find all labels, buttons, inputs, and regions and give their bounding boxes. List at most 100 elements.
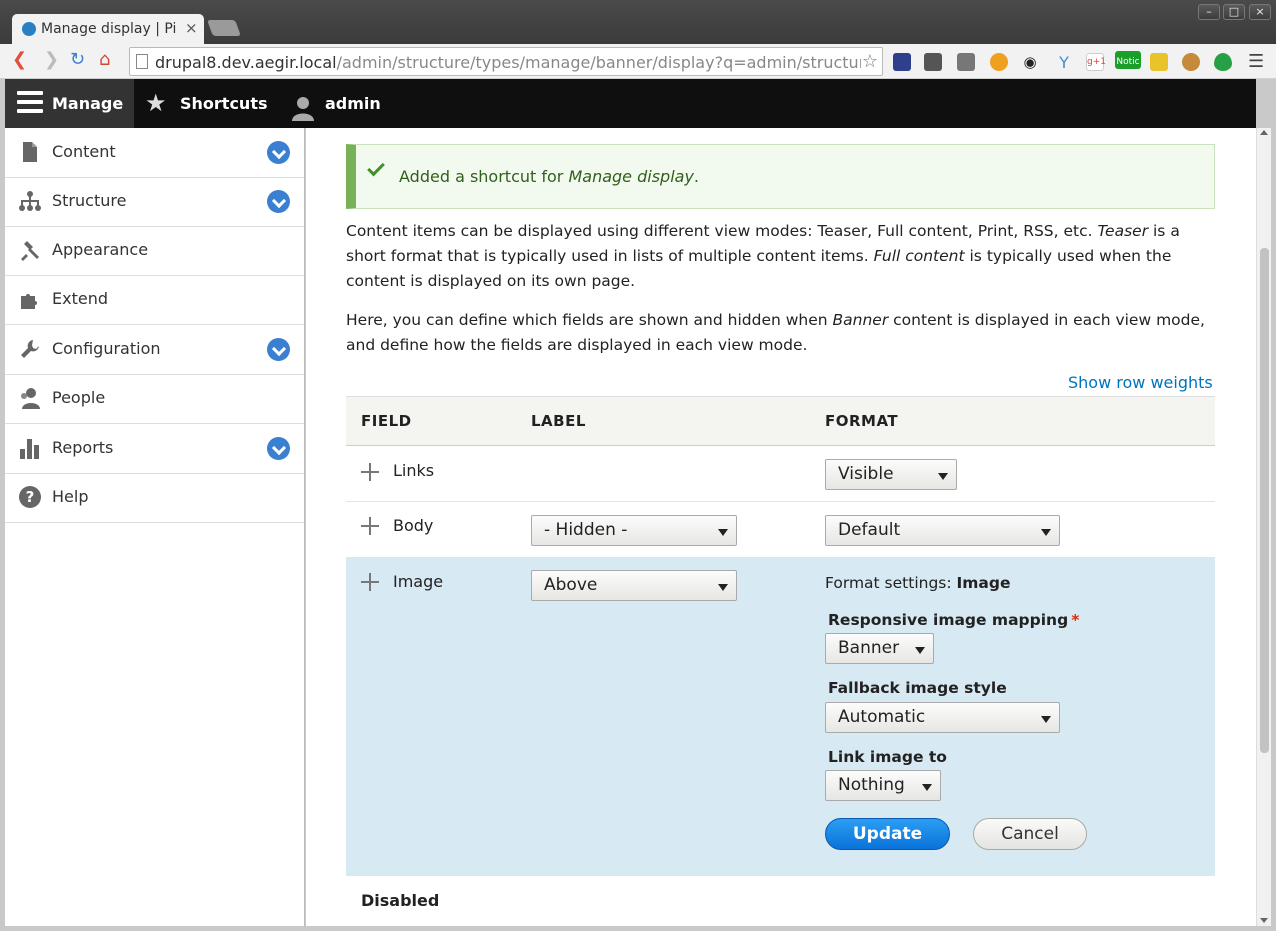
forward-icon[interactable]: ❯ [44, 50, 59, 70]
cookie-icon[interactable] [1182, 53, 1200, 71]
new-tab-button[interactable] [207, 20, 241, 36]
scrollbar-thumb[interactable] [1260, 248, 1269, 753]
sidebar-item-reports[interactable]: Reports [5, 424, 304, 474]
chevron-down-icon[interactable] [267, 338, 290, 361]
extension-y-icon[interactable]: Y [1055, 53, 1073, 72]
sidebar-item-label: Reports [52, 438, 114, 457]
maximize-button[interactable]: □ [1223, 4, 1245, 20]
tab-close-icon[interactable]: × [185, 19, 198, 37]
admin-toolbar: Manage ★ Shortcuts admin [5, 79, 1256, 128]
manage-tab[interactable]: Manage [5, 79, 134, 128]
gplus-icon[interactable]: g+1 [1086, 53, 1106, 71]
link-image-to-label: Link image to [828, 748, 947, 766]
minimize-button[interactable]: – [1198, 4, 1220, 20]
notification-icon[interactable]: Notic [1115, 51, 1141, 69]
fallback-image-style-select[interactable]: Automatic [825, 702, 1060, 733]
hamburger-icon [17, 91, 43, 115]
format-settings-heading: Format settings: Image [825, 574, 1011, 592]
sidebar-item-help[interactable]: ? Help [5, 473, 304, 523]
format-select[interactable]: Default [825, 515, 1060, 546]
content-icon [19, 141, 41, 163]
format-select[interactable]: Visible [825, 459, 957, 490]
sidebar-item-appearance[interactable]: Appearance [5, 226, 304, 276]
field-name: Body [393, 516, 434, 535]
address-bar[interactable]: drupal8.dev.aegir.local/admin/structure/… [129, 47, 883, 76]
url-text: drupal8.dev.aegir.local/admin/structure/… [155, 53, 861, 72]
label-select[interactable]: Above [531, 570, 737, 601]
drag-handle-icon[interactable] [361, 573, 379, 591]
help-icon: ? [19, 486, 41, 508]
leaf-icon[interactable] [1214, 53, 1232, 71]
sidebar-item-label: Configuration [52, 339, 161, 358]
reload-icon[interactable]: ↻ [70, 50, 85, 70]
appearance-icon [19, 239, 41, 261]
bookmark-star-icon[interactable]: ☆ [862, 51, 878, 72]
sidebar-item-structure[interactable]: Structure [5, 177, 304, 227]
sidebar-item-extend[interactable]: Extend [5, 275, 304, 325]
chevron-down-icon[interactable] [267, 141, 290, 164]
shortcuts-label: Shortcuts [180, 94, 268, 113]
disabled-section-heading: Disabled [361, 891, 440, 910]
header-field: FIELD [361, 412, 412, 430]
extension-icon[interactable] [924, 53, 942, 71]
sidebar-item-content[interactable]: Content [5, 128, 304, 178]
checkmark-icon [367, 158, 385, 177]
sidebar-item-label: Structure [52, 191, 127, 210]
close-window-button[interactable]: × [1249, 4, 1271, 20]
responsive-image-mapping-label: Responsive image mapping * [828, 611, 1080, 629]
reports-icon [19, 437, 41, 459]
intro-paragraph-2: Here, you can define which fields are sh… [346, 311, 1205, 354]
table-row: Body - Hidden - Default [346, 502, 1215, 558]
browser-titlebar: Manage display | Pictu × – □ × [0, 0, 1276, 44]
browser-toolbar: ❮ ❯ ↻ ⌂ drupal8.dev.aegir.local/admin/st… [0, 44, 1276, 79]
sidebar-item-label: Extend [52, 289, 108, 308]
drupal-favicon-icon [22, 22, 36, 36]
manage-label: Manage [52, 94, 124, 113]
sidebar-item-configuration[interactable]: Configuration [5, 325, 304, 375]
fallback-image-style-label: Fallback image style [828, 679, 1007, 697]
browser-tab[interactable]: Manage display | Pictu × [12, 14, 204, 44]
field-name: Image [393, 572, 444, 591]
page-scrollbar[interactable] [1256, 128, 1271, 926]
table-row: Links Visible [346, 446, 1215, 502]
eye-icon[interactable]: ◉ [1021, 53, 1039, 71]
responsive-image-mapping-select[interactable]: Banner [825, 633, 934, 664]
wrench-icon [19, 338, 41, 360]
user-icon [290, 91, 316, 121]
scroll-down-icon[interactable] [1260, 918, 1268, 923]
sidebar-item-label: Appearance [52, 240, 149, 259]
extension-icon[interactable] [957, 53, 975, 71]
user-label: admin [325, 94, 381, 113]
sidebar-item-people[interactable]: People [5, 374, 304, 424]
chevron-down-icon[interactable] [267, 437, 290, 460]
structure-icon [19, 190, 41, 212]
field-name: Links [393, 461, 435, 480]
drag-handle-icon[interactable] [361, 463, 379, 481]
update-button[interactable]: Update [825, 818, 950, 850]
chevron-down-icon[interactable] [267, 190, 290, 213]
scroll-up-icon[interactable] [1260, 130, 1268, 135]
page-icon [136, 54, 148, 69]
sidebar-item-label: Content [52, 142, 116, 161]
browser-menu-icon[interactable]: ☰ [1248, 51, 1264, 72]
shortcuts-tab[interactable]: ★ Shortcuts [145, 79, 275, 128]
home-icon[interactable]: ⌂ [99, 50, 110, 70]
link-image-to-select[interactable]: Nothing [825, 770, 941, 801]
header-label: LABEL [531, 412, 586, 430]
status-message-text: Added a shortcut for Manage display. [399, 167, 699, 186]
sidebar-item-label: People [52, 388, 106, 407]
header-format: FORMAT [825, 412, 899, 430]
table-row-expanded: Image Above Format settings: Image Respo… [346, 558, 1215, 876]
extension-icon[interactable] [990, 53, 1008, 71]
drag-handle-icon[interactable] [361, 517, 379, 535]
user-tab[interactable]: admin [290, 79, 390, 128]
svg-text:?: ? [26, 488, 35, 506]
table-header: FIELD LABEL FORMAT [346, 396, 1215, 446]
show-row-weights-link[interactable]: Show row weights [1068, 373, 1213, 392]
extension-icon[interactable] [1150, 53, 1168, 71]
main-content: Added a shortcut for Manage display. Con… [306, 128, 1256, 926]
extension-icon[interactable] [893, 53, 911, 71]
cancel-button[interactable]: Cancel [973, 818, 1087, 850]
back-icon[interactable]: ❮ [12, 50, 27, 70]
label-select[interactable]: - Hidden - [531, 515, 737, 546]
